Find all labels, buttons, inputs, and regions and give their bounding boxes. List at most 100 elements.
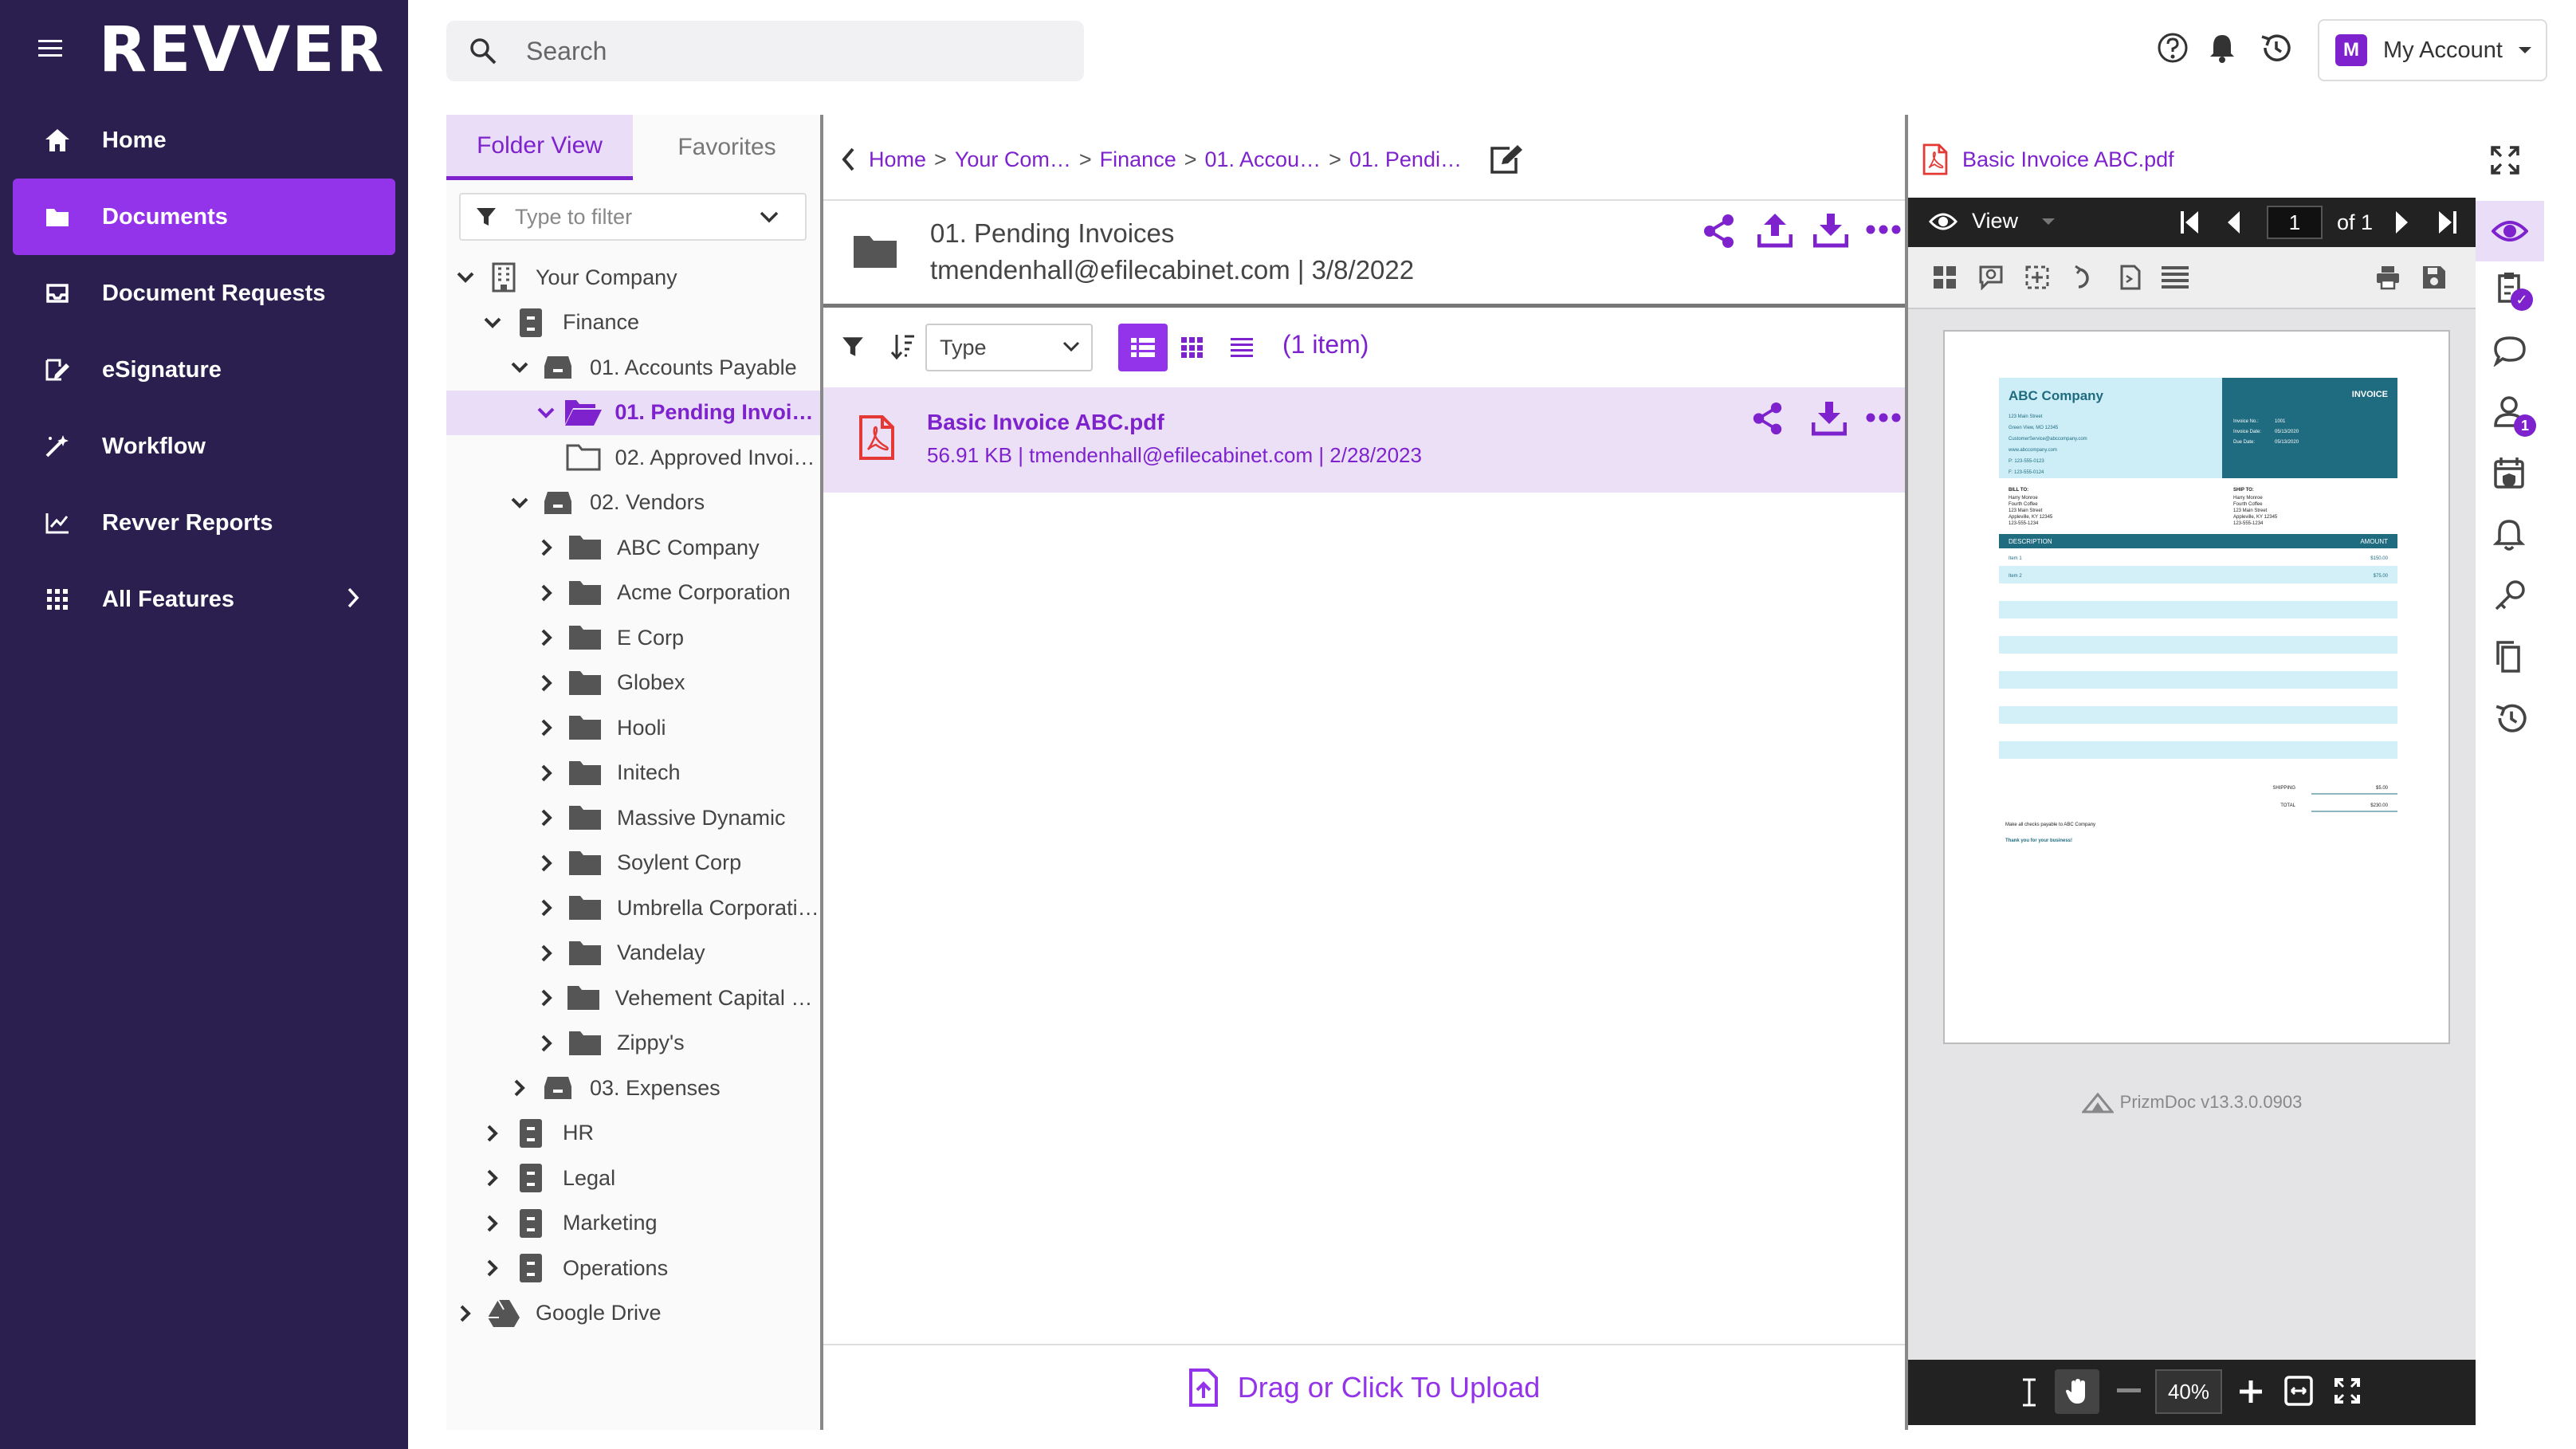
chevron-down-icon[interactable] bbox=[759, 210, 779, 223]
panel-divider[interactable] bbox=[820, 115, 823, 1430]
grid-view-button[interactable] bbox=[1168, 324, 1217, 371]
tree-node[interactable]: Google Drive bbox=[446, 1291, 821, 1336]
tree-node[interactable]: ABC Company bbox=[446, 525, 821, 570]
tree-node[interactable]: Globex bbox=[446, 661, 821, 705]
chevron-right-icon[interactable] bbox=[480, 1124, 505, 1143]
sort-icon[interactable] bbox=[890, 333, 916, 360]
zoom-out-icon[interactable] bbox=[2117, 1388, 2141, 1393]
download-icon[interactable] bbox=[1812, 400, 1847, 437]
history-icon[interactable] bbox=[2259, 32, 2292, 64]
caret-down-icon[interactable] bbox=[2040, 217, 2056, 226]
chevron-right-icon[interactable] bbox=[534, 583, 560, 603]
tab-favorites[interactable]: Favorites bbox=[633, 115, 821, 180]
revver-logo[interactable]: REVVER bbox=[99, 14, 385, 86]
zoom-level[interactable]: 40% bbox=[2155, 1369, 2222, 1414]
rotate-icon[interactable] bbox=[2071, 265, 2096, 290]
chevron-down-icon[interactable] bbox=[453, 271, 478, 284]
chevron-right-icon[interactable] bbox=[534, 944, 560, 963]
tab-folder-view[interactable]: Folder View bbox=[446, 115, 633, 180]
document-canvas[interactable]: ABC Company INVOICE 123 Main Street Green… bbox=[1908, 309, 2476, 1360]
share-icon[interactable] bbox=[1702, 214, 1737, 249]
user-icon[interactable]: 1 bbox=[2493, 395, 2536, 437]
last-page-icon[interactable] bbox=[2437, 209, 2458, 236]
chevron-right-icon[interactable] bbox=[534, 673, 560, 693]
file-row[interactable]: Basic Invoice ABC.pdf 56.91 KB | tmenden… bbox=[823, 387, 1905, 493]
chevron-right-icon[interactable] bbox=[480, 1259, 505, 1278]
tree-node[interactable]: 01. Pending Invoices bbox=[446, 390, 821, 435]
share-icon[interactable] bbox=[1751, 402, 1785, 435]
list-view-button[interactable] bbox=[1118, 324, 1168, 371]
filter-icon[interactable] bbox=[841, 335, 865, 359]
comment-icon[interactable] bbox=[2493, 335, 2527, 367]
upload-icon[interactable] bbox=[1757, 212, 1793, 249]
breadcrumb-accounts-payable[interactable]: 01. Accou… bbox=[1205, 147, 1321, 172]
tree-node[interactable]: Massive Dynamic bbox=[446, 795, 821, 840]
nav-item-revver-reports[interactable]: Revver Reports bbox=[13, 485, 395, 561]
page-number-input[interactable] bbox=[2267, 206, 2323, 239]
tree-node[interactable]: Your Company bbox=[446, 255, 821, 300]
tree-node[interactable]: HR bbox=[446, 1111, 821, 1156]
chevron-right-icon[interactable] bbox=[480, 1214, 505, 1233]
tree-node[interactable]: Legal bbox=[446, 1156, 821, 1200]
prev-page-icon[interactable] bbox=[2225, 209, 2241, 236]
search-input[interactable] bbox=[526, 36, 1004, 66]
breadcrumb-pending-invoices[interactable]: 01. Pendi… bbox=[1349, 147, 1462, 172]
nav-item-all-features[interactable]: All Features bbox=[13, 561, 395, 638]
search-text-icon[interactable] bbox=[1978, 265, 2004, 290]
chevron-right-icon[interactable] bbox=[453, 1304, 478, 1323]
tree-node[interactable]: Zippy's bbox=[446, 1021, 821, 1066]
bell-icon[interactable] bbox=[2208, 32, 2236, 64]
nav-item-documents[interactable]: Documents bbox=[13, 179, 395, 255]
zoom-in-icon[interactable] bbox=[2238, 1379, 2264, 1404]
chevron-down-icon[interactable] bbox=[480, 316, 505, 329]
tree-node[interactable]: Hooli bbox=[446, 705, 821, 750]
compact-view-button[interactable] bbox=[1217, 324, 1266, 371]
breadcrumb-finance[interactable]: Finance bbox=[1100, 147, 1176, 172]
tree-node[interactable]: Marketing bbox=[446, 1201, 821, 1246]
tree-node[interactable]: Finance bbox=[446, 300, 821, 345]
tree-node[interactable]: Acme Corporation bbox=[446, 571, 821, 615]
tree-node[interactable]: 02. Approved Invoices bbox=[446, 435, 821, 480]
menu-lines-icon[interactable] bbox=[2162, 265, 2189, 290]
print-icon[interactable] bbox=[2375, 265, 2401, 290]
next-page-icon[interactable] bbox=[2394, 209, 2410, 236]
calendar-shield-icon[interactable] bbox=[2493, 456, 2527, 491]
expand-icon[interactable] bbox=[2490, 145, 2520, 175]
bell-icon[interactable] bbox=[2493, 518, 2525, 552]
key-icon[interactable] bbox=[2493, 579, 2527, 612]
chevron-right-icon[interactable] bbox=[534, 1034, 560, 1053]
chevron-right-icon[interactable] bbox=[534, 988, 559, 1007]
my-account-button[interactable]: M My Account bbox=[2318, 19, 2547, 81]
search-bar[interactable] bbox=[446, 21, 1084, 81]
first-page-icon[interactable] bbox=[2179, 209, 2200, 236]
tree-node[interactable]: 01. Accounts Payable bbox=[446, 345, 821, 390]
back-chevron-icon[interactable] bbox=[840, 147, 856, 172]
select-region-icon[interactable] bbox=[2024, 265, 2050, 290]
tree-node[interactable]: Soylent Corp bbox=[446, 841, 821, 886]
chevron-right-icon[interactable] bbox=[534, 764, 560, 783]
download-icon[interactable] bbox=[1813, 212, 1848, 249]
tree-node[interactable]: Vehement Capital P… bbox=[446, 976, 821, 1020]
edit-icon[interactable] bbox=[1489, 143, 1526, 175]
tree-node[interactable]: Operations bbox=[446, 1246, 821, 1290]
more-icon[interactable] bbox=[1866, 411, 1901, 424]
tree-filter[interactable] bbox=[459, 193, 807, 241]
view-mode-label[interactable]: View bbox=[1972, 209, 2018, 234]
chevron-down-icon[interactable] bbox=[507, 361, 532, 374]
help-icon[interactable] bbox=[2157, 32, 2189, 64]
fit-width-icon[interactable] bbox=[2284, 1376, 2313, 1406]
thumbnails-icon[interactable] bbox=[1932, 265, 1958, 290]
chevron-right-icon[interactable] bbox=[534, 718, 560, 737]
upload-dropzone[interactable]: Drag or Click To Upload bbox=[823, 1344, 1905, 1430]
chevron-right-icon[interactable] bbox=[534, 538, 560, 557]
tree-node[interactable]: Vandelay bbox=[446, 931, 821, 976]
clipboard-check-icon[interactable]: ✓ bbox=[2493, 271, 2533, 311]
tree-node[interactable]: 03. Expenses bbox=[446, 1066, 821, 1110]
more-icon[interactable] bbox=[1866, 223, 1901, 236]
chevron-right-icon[interactable] bbox=[534, 898, 560, 917]
chevron-right-icon[interactable] bbox=[480, 1168, 505, 1188]
file-name[interactable]: Basic Invoice ABC.pdf bbox=[927, 410, 1164, 435]
save-icon[interactable] bbox=[2421, 265, 2447, 290]
history-icon[interactable] bbox=[2493, 701, 2528, 735]
tree-node[interactable]: Initech bbox=[446, 751, 821, 795]
